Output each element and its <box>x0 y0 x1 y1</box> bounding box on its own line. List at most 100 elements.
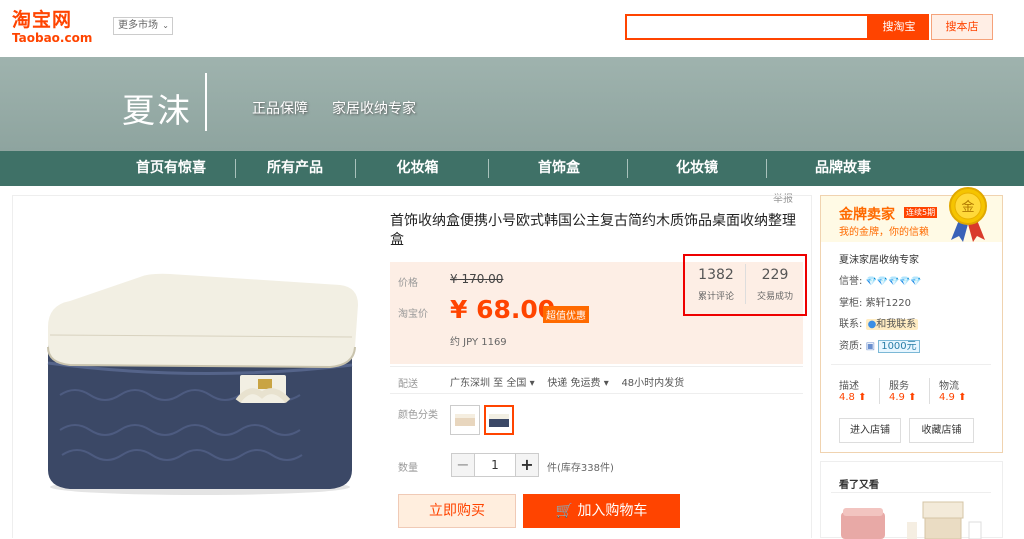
contact-seller-label: 和我联系 <box>876 319 917 330</box>
quantity-decrease-button[interactable]: − <box>451 453 475 477</box>
keeper-row: 掌柜: 紫轩1220 <box>839 294 911 309</box>
credit-row: 信誉: 💎💎💎💎💎 <box>839 272 922 287</box>
reviews-label: 累计评论 <box>697 292 734 302</box>
nav-item-makeup-mirror[interactable]: 化妆镜 <box>637 151 757 186</box>
gold-seller-tag: 连续5期 <box>904 207 938 218</box>
medal-char: 金 <box>961 199 974 215</box>
favorite-shop-button[interactable]: 收藏店铺 <box>909 418 974 443</box>
keeper-name[interactable]: 紫轩1220 <box>866 298 911 309</box>
promo-price: ¥ 68.00 <box>450 295 556 324</box>
quantity-increase-button[interactable]: + <box>515 453 539 477</box>
color-swatch-navy[interactable] <box>484 405 514 435</box>
contact-row: 联系: ●和我联系 <box>839 315 919 330</box>
shop-name[interactable]: 夏沫家居收纳专家 <box>839 251 919 266</box>
id-card-icon: ▣ <box>865 341 876 352</box>
delivery-method: 快递 免运费 <box>547 378 601 389</box>
rating-logistics-value: 4.9 ⬆ <box>939 392 967 403</box>
nav-divider <box>235 159 236 178</box>
shop-brand-name: 夏沫 <box>122 91 192 130</box>
logo-en: Taobao.com <box>12 31 93 45</box>
also-viewed-title: 看了又看 <box>839 480 879 491</box>
nav-divider <box>355 159 356 178</box>
stock-info: 件(库存338件) <box>547 463 614 474</box>
product-title: 首饰收纳盒便携小号欧式韩国公主复古简约木质饰品桌面收纳整理盒 <box>390 213 796 248</box>
slogan-expert: 家居收纳专家 <box>332 101 416 117</box>
nav-item-all-products[interactable]: 所有产品 <box>240 151 350 186</box>
nav-item-makeup-case[interactable]: 化妆箱 <box>360 151 475 186</box>
shop-nav: 首页有惊喜 所有产品 化妆箱 首饰盒 化妆镜 品牌故事 <box>0 151 1024 186</box>
taobao-logo[interactable]: 淘宝网 Taobao.com <box>12 9 98 45</box>
jpy-price: 约 JPY 1169 <box>450 337 507 348</box>
divider <box>831 492 991 493</box>
rating-logistics-label: 物流 <box>939 381 959 392</box>
qualification-row: 资质: ▣ 1000元 <box>839 337 920 353</box>
shop-banner: 夏沫 正品保障 家居收纳专家 <box>0 57 1024 151</box>
nav-item-brand-story[interactable]: 品牌故事 <box>776 151 910 186</box>
original-price: ¥ 170.00 <box>450 272 504 286</box>
search-taobao-button[interactable]: 搜淘宝 <box>869 14 929 40</box>
taobao-price-label: 淘宝价 <box>398 309 428 320</box>
price-label: 价格 <box>398 278 418 289</box>
quantity-input[interactable]: 1 <box>475 453 515 477</box>
chat-icon: ● <box>867 319 877 330</box>
deals-label: 交易成功 <box>756 292 793 302</box>
nav-divider <box>627 159 628 178</box>
buy-now-button[interactable]: 立即购买 <box>398 494 516 528</box>
top-bar: 淘宝网 Taobao.com 更多市场 ⌄ 搜淘宝 搜本店 <box>0 0 1024 57</box>
color-swatch-beige[interactable] <box>450 405 480 435</box>
delivery-time: 48小时内发货 <box>621 378 685 389</box>
delivery-to-select[interactable]: 全国 ▾ <box>506 378 534 389</box>
keeper-label: 掌柜: <box>839 298 863 309</box>
gold-medal-icon: 金 <box>949 187 987 242</box>
also-viewed-panel: 看了又看 <box>820 461 1003 539</box>
rating-divider <box>879 378 880 404</box>
delivery-row: 配送 广东深圳 至 全国 ▾ 快递 免运费 ▾ 48小时内发货 <box>390 366 803 394</box>
contact-label: 联系: <box>839 319 863 330</box>
enter-shop-button[interactable]: 进入店铺 <box>839 418 901 443</box>
divider <box>831 364 991 365</box>
sales-stats-box: 1382 累计评论 229 交易成功 <box>683 254 807 316</box>
credit-label: 信誉: <box>839 276 863 287</box>
contact-seller-button[interactable]: ●和我联系 <box>865 319 919 330</box>
color-label: 颜色分类 <box>398 410 438 421</box>
caret-down-icon: ▾ <box>529 378 535 389</box>
credit-diamonds: 💎💎💎💎💎 <box>865 277 922 287</box>
also-viewed-thumbnail[interactable] <box>837 498 895 539</box>
add-to-cart-button[interactable]: 🛒 加入购物车 <box>523 494 680 528</box>
promo-badge: 超值优惠 <box>543 306 589 323</box>
search-input[interactable] <box>625 14 869 40</box>
deposit-badge[interactable]: 1000元 <box>878 340 920 353</box>
add-to-cart-label: 加入购物车 <box>577 503 648 519</box>
delivery-info: 广东深圳 至 全国 ▾ 快递 免运费 ▾ 48小时内发货 <box>450 374 684 389</box>
product-image[interactable] <box>40 265 360 500</box>
chevron-down-icon: ⌄ <box>162 21 169 30</box>
gold-seller-title: 金牌卖家 <box>839 207 895 223</box>
nav-item-home[interactable]: 首页有惊喜 <box>112 151 230 186</box>
delivery-method-select[interactable]: 快递 免运费 ▾ <box>547 378 608 389</box>
nav-divider <box>488 159 489 178</box>
slogan-authentic: 正品保障 <box>252 101 308 117</box>
rating-service-label: 服务 <box>889 381 909 392</box>
brand-divider <box>205 73 207 131</box>
more-market-dropdown[interactable]: 更多市场 ⌄ <box>113 17 173 35</box>
nav-item-jewelry-box[interactable]: 首饰盒 <box>500 151 618 186</box>
rating-service-value: 4.9 ⬆ <box>889 392 917 403</box>
nav-divider <box>766 159 767 178</box>
also-viewed-thumbnail[interactable] <box>905 498 985 539</box>
delivery-label: 配送 <box>398 379 418 390</box>
qualification-label: 资质: <box>839 341 863 352</box>
deals-count: 229 <box>761 267 789 283</box>
gold-seller-subtitle: 我的金牌，你的信赖 <box>839 227 929 238</box>
cart-icon: 🛒 <box>555 503 573 519</box>
more-market-label: 更多市场 <box>118 20 158 31</box>
rating-divider <box>929 378 930 404</box>
search-shop-button[interactable]: 搜本店 <box>931 14 993 40</box>
quantity-label: 数量 <box>398 463 418 474</box>
reviews-count[interactable]: 1382 <box>687 267 745 283</box>
rating-desc-label: 描述 <box>839 381 859 392</box>
logo-cn: 淘宝网 <box>12 9 73 31</box>
caret-down-icon: ▾ <box>603 378 609 389</box>
rating-desc-value: 4.8 ⬆ <box>839 392 867 403</box>
delivery-to: 全国 <box>506 378 527 389</box>
delivery-from: 广东深圳 至 <box>450 378 504 389</box>
